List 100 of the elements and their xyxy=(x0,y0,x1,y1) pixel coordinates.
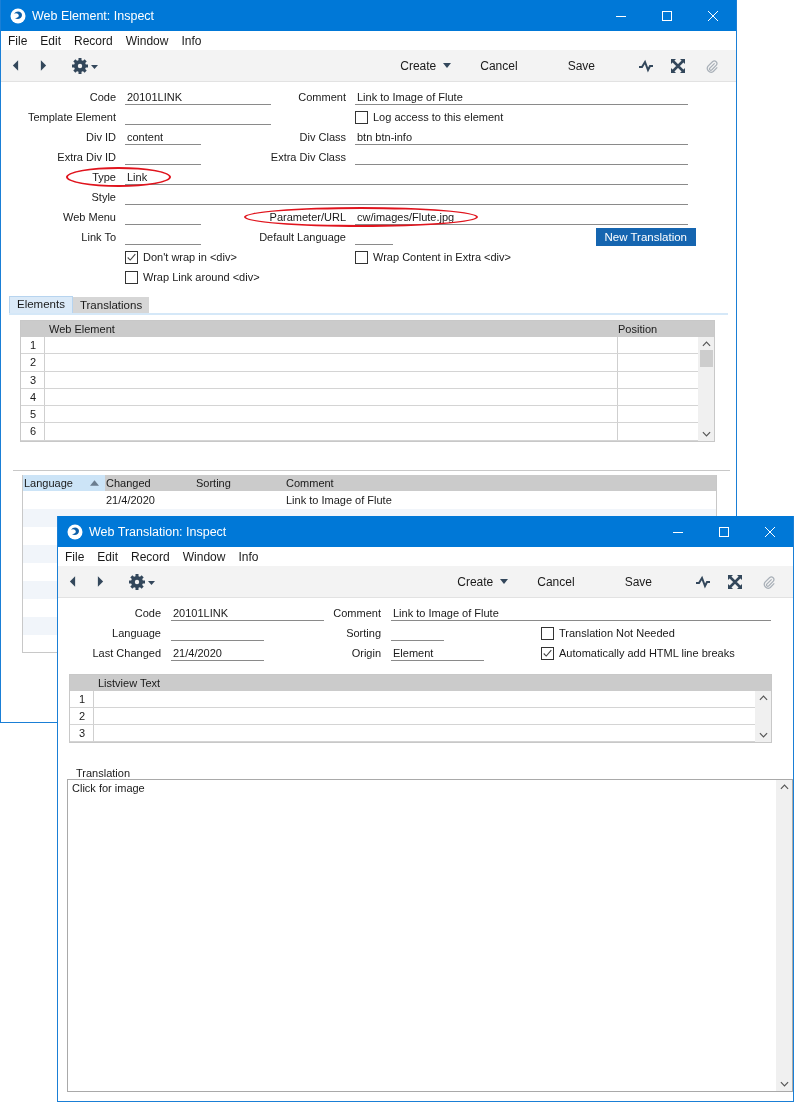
field-label: Parameter/URL xyxy=(269,211,346,223)
checkbox-label: Don't wrap in <div> xyxy=(143,251,237,263)
field-label: Type xyxy=(92,171,116,183)
window-title: Web Translation: Inspect xyxy=(89,524,227,539)
field-label: Comment xyxy=(333,607,381,619)
table-row[interactable]: 2 xyxy=(70,708,755,725)
table-row[interactable]: 1 xyxy=(21,337,698,355)
column-header[interactable]: Sorting xyxy=(195,474,285,491)
paperclip-icon[interactable] xyxy=(762,574,776,589)
menu-item[interactable]: Window xyxy=(182,549,226,564)
text-field[interactable]: 21/4/2020 xyxy=(171,645,264,661)
checkbox[interactable] xyxy=(541,646,554,660)
scrollbar[interactable] xyxy=(755,691,771,742)
menu-item[interactable]: Edit xyxy=(97,549,119,564)
column-header[interactable]: Comment xyxy=(285,474,716,491)
toolbar-button[interactable]: Cancel xyxy=(480,58,518,73)
checkbox[interactable] xyxy=(125,250,138,264)
checkbox[interactable] xyxy=(355,110,368,124)
text-area[interactable]: Click for image xyxy=(67,779,793,1092)
toolbar-button[interactable]: Create xyxy=(457,574,509,589)
scrollbar[interactable] xyxy=(776,780,792,1091)
column-header[interactable]: Language xyxy=(23,474,105,491)
toolbar-button[interactable]: Save xyxy=(624,574,652,589)
text-field[interactable]: 20101LINK xyxy=(171,605,324,621)
toolbar-button[interactable]: Save xyxy=(567,58,595,73)
previous-icon[interactable] xyxy=(12,59,19,72)
text-field[interactable]: content xyxy=(125,129,201,145)
checkbox-label: Automatically add HTML line breaks xyxy=(559,647,735,659)
menu-item[interactable]: Record xyxy=(74,33,113,48)
next-icon[interactable] xyxy=(97,575,104,588)
checkbox[interactable] xyxy=(355,250,368,264)
new-translation-button[interactable]: New Translation xyxy=(595,228,696,246)
field-label: Comment xyxy=(298,91,346,103)
scroll-up-icon[interactable] xyxy=(701,341,711,347)
maximize-icon[interactable] xyxy=(661,9,673,22)
close-icon[interactable] xyxy=(764,525,776,538)
next-icon[interactable] xyxy=(40,59,47,72)
field-label: Origin xyxy=(351,647,381,659)
previous-icon[interactable] xyxy=(69,575,76,588)
sort-arrow-icon xyxy=(90,479,99,486)
settings-icon[interactable] xyxy=(71,56,101,75)
scrollbar[interactable] xyxy=(698,337,714,441)
table-row[interactable]: 3 xyxy=(70,725,755,742)
toolbar-button[interactable]: Cancel xyxy=(537,574,575,589)
settings-icon[interactable] xyxy=(128,572,158,591)
row-number: 2 xyxy=(21,354,45,371)
expand-icon[interactable] xyxy=(671,58,685,73)
field-label: Link To xyxy=(81,231,116,243)
menu-item[interactable]: Info xyxy=(181,33,202,48)
pulse-icon[interactable] xyxy=(695,574,711,589)
text-field[interactable]: btn btn-info xyxy=(355,129,688,145)
checkbox[interactable] xyxy=(541,626,554,640)
table-row[interactable]: 4 xyxy=(21,388,698,407)
scroll-thumb[interactable] xyxy=(699,350,713,367)
table-row[interactable]: 2 xyxy=(21,354,698,372)
table-row[interactable]: 3 xyxy=(21,371,698,389)
menu-item[interactable]: Record xyxy=(131,549,170,564)
checkbox-label: Wrap Link around <div> xyxy=(143,271,260,283)
text-field[interactable]: cw/images/Flute.jpg xyxy=(355,209,688,225)
scroll-down-icon[interactable] xyxy=(779,1081,789,1087)
scroll-up-icon[interactable] xyxy=(758,695,768,701)
text-field[interactable]: Element xyxy=(391,645,484,661)
table-cell-text: Link to Image of Flute xyxy=(285,493,393,506)
menu-item[interactable]: Window xyxy=(125,33,169,48)
close-icon[interactable] xyxy=(707,9,719,22)
text-field[interactable]: Link xyxy=(125,169,688,185)
column-header[interactable]: Listview Text xyxy=(94,677,771,689)
scroll-up-icon[interactable] xyxy=(779,784,789,790)
tab[interactable]: Translations xyxy=(72,297,150,313)
text-field[interactable]: Link to Image of Flute xyxy=(391,605,771,621)
table-row[interactable]: 5 xyxy=(21,406,698,424)
row-number: 6 xyxy=(21,423,45,440)
row-number: 4 xyxy=(21,388,45,406)
field-label: Translation xyxy=(76,768,131,779)
tab[interactable]: Elements xyxy=(9,296,73,313)
menu-item[interactable]: Edit xyxy=(40,33,62,48)
field-label: Web Menu xyxy=(63,211,116,223)
menu-item[interactable]: File xyxy=(65,549,85,564)
scroll-down-icon[interactable] xyxy=(701,430,711,437)
text-field[interactable]: 20101LINK xyxy=(125,89,271,105)
checkbox-label: Translation Not Needed xyxy=(559,627,675,639)
field-label: Sorting xyxy=(346,627,381,639)
pulse-icon[interactable] xyxy=(638,58,654,73)
checkbox[interactable] xyxy=(125,270,138,284)
maximize-icon[interactable] xyxy=(718,525,730,538)
menu-item[interactable]: Info xyxy=(238,549,259,564)
toolbar-button[interactable]: Create xyxy=(400,58,452,73)
menu-item[interactable]: File xyxy=(8,33,28,48)
table-row[interactable]: 6 xyxy=(21,423,698,441)
column-header[interactable]: Changed xyxy=(105,474,195,491)
text-field[interactable]: Link to Image of Flute xyxy=(355,89,688,105)
expand-icon[interactable] xyxy=(728,574,742,589)
column-header[interactable]: Position xyxy=(615,323,698,335)
column-header[interactable]: Web Element xyxy=(45,323,615,335)
row-number: 2 xyxy=(70,708,94,724)
table-row[interactable]: 1 xyxy=(70,691,755,708)
scroll-down-icon[interactable] xyxy=(758,732,768,738)
row-number: 3 xyxy=(21,371,45,388)
table-cell-text: 21/4/2020 xyxy=(105,493,156,506)
paperclip-icon[interactable] xyxy=(705,58,719,73)
